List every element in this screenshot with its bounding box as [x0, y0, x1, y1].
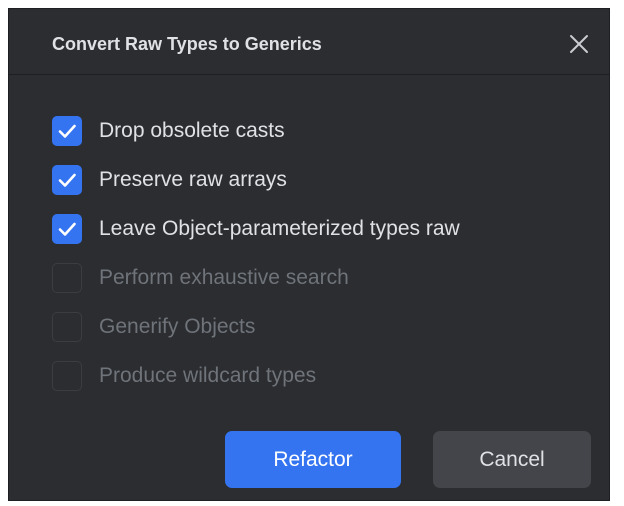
checkmark-icon	[58, 222, 76, 236]
convert-raw-types-dialog: Convert Raw Types to Generics Drop obsol…	[8, 8, 610, 501]
option-label: Leave Object-parameterized types raw	[99, 217, 460, 240]
close-icon[interactable]	[566, 31, 592, 57]
refactor-button[interactable]: Refactor	[225, 431, 401, 488]
dialog-titlebar: Convert Raw Types to Generics	[9, 9, 609, 75]
cancel-button[interactable]: Cancel	[433, 431, 591, 488]
option-leave-object-parameterized-types-raw[interactable]: Leave Object-parameterized types raw	[52, 211, 572, 260]
checkbox-leave-object-parameterized-types-raw[interactable]	[52, 214, 82, 244]
option-preserve-raw-arrays[interactable]: Preserve raw arrays	[52, 162, 572, 211]
option-drop-obsolete-casts[interactable]: Drop obsolete casts	[52, 113, 572, 162]
option-generify-objects: Generify Objects	[52, 309, 572, 358]
checkbox-preserve-raw-arrays[interactable]	[52, 165, 82, 195]
option-produce-wildcard-types: Produce wildcard types	[52, 358, 572, 407]
checkbox-generify-objects	[52, 312, 82, 342]
dialog-title: Convert Raw Types to Generics	[52, 34, 322, 54]
option-label: Drop obsolete casts	[99, 119, 285, 142]
checkbox-produce-wildcard-types	[52, 361, 82, 391]
options-list: Drop obsolete casts Preserve raw arrays …	[52, 113, 572, 407]
checkbox-perform-exhaustive-search	[52, 263, 82, 293]
checkmark-icon	[58, 173, 76, 187]
option-perform-exhaustive-search: Perform exhaustive search	[52, 260, 572, 309]
option-label: Preserve raw arrays	[99, 168, 287, 191]
checkbox-drop-obsolete-casts[interactable]	[52, 116, 82, 146]
option-label: Produce wildcard types	[99, 364, 317, 387]
option-label: Generify Objects	[99, 315, 256, 338]
checkmark-icon	[58, 124, 76, 138]
option-label: Perform exhaustive search	[99, 266, 349, 289]
